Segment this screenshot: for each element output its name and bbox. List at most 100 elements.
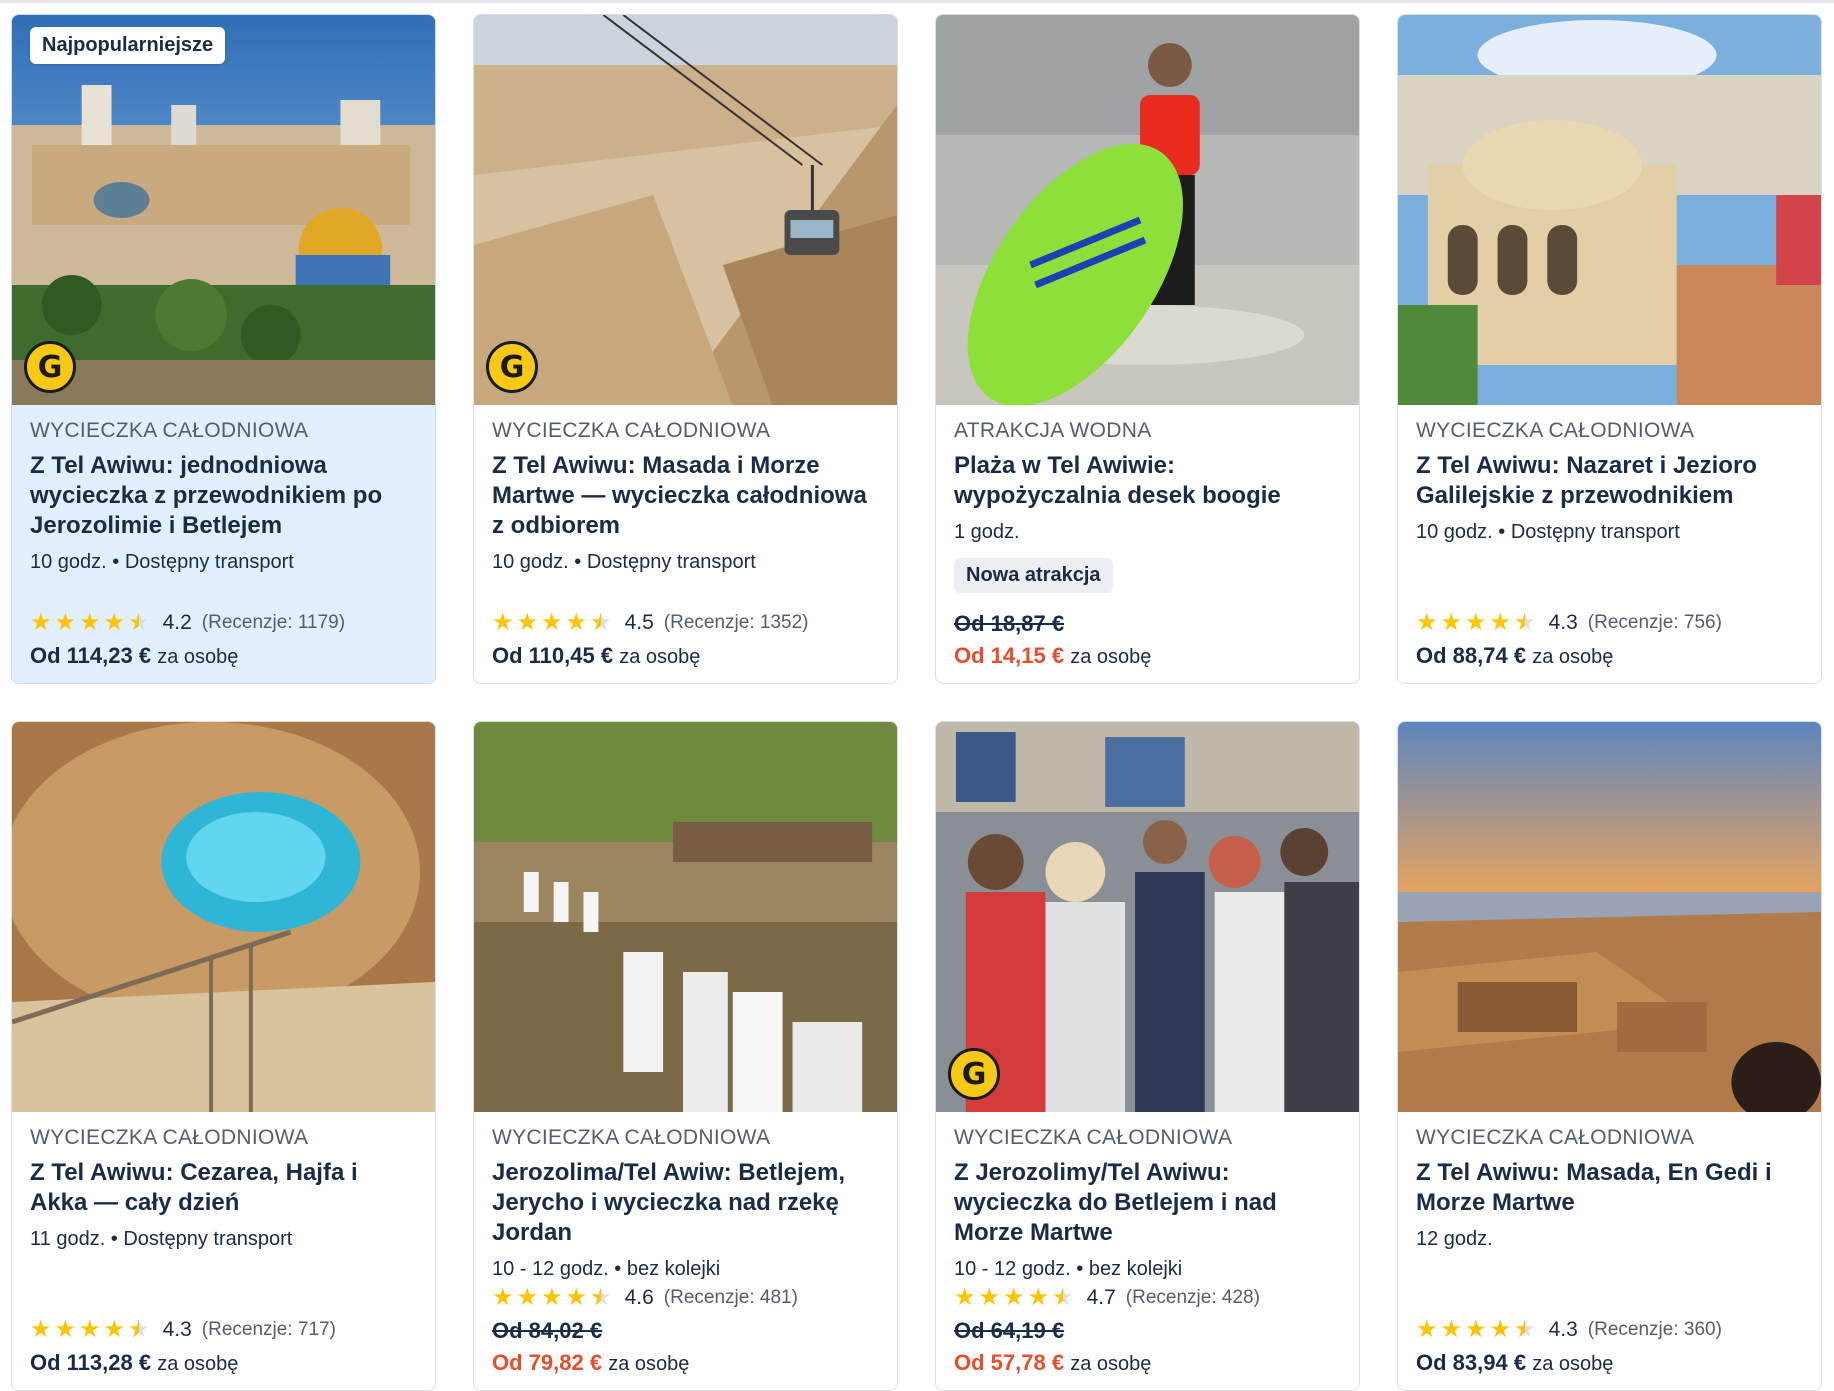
activity-meta: 1 godz. — [954, 521, 1020, 543]
activity-meta: 10 godz. • Dostępny transport — [30, 551, 294, 573]
review-count: (Recenzje: 1179) — [201, 612, 346, 633]
rating-score: 4.2 — [162, 611, 192, 634]
star-rating-icon: ★ ★ ★ ★ ★ — [30, 1318, 153, 1343]
rating-score: 4.5 — [624, 611, 654, 634]
activity-card-jerusalem-bethlehem[interactable]: Najpopularniejsze G WYCIECZKA CAŁODNIOWA… — [11, 14, 436, 684]
star-rating-icon: ★ ★ ★ ★ ★ — [492, 1286, 615, 1311]
price-amount: Od 113,28 € — [30, 1350, 152, 1375]
activity-meta: 11 godz. • Dostępny transport — [30, 1228, 293, 1250]
activity-photo: G — [474, 15, 897, 405]
activity-category: WYCIECZKA CAŁODNIOWA — [954, 1126, 1233, 1149]
activity-meta: 10 - 12 godz. • bez kolejki — [492, 1258, 721, 1280]
price-row: Od 114,23 € za osobę — [30, 643, 417, 669]
rating-row: ★★★★★ 4.6 (Recenzje: 481) — [492, 1286, 879, 1311]
activity-category: WYCIECZKA CAŁODNIOWA — [30, 1126, 309, 1149]
activity-photo — [474, 722, 897, 1112]
original-price: Od 64,19 € — [954, 1318, 1065, 1343]
activity-title[interactable]: Z Jerozolimy/Tel Awiwu: wycieczka do Bet… — [954, 1158, 1341, 1248]
activity-meta: 10 - 12 godz. • bez kolejki — [954, 1258, 1183, 1280]
original-price: Od 84,02 € — [492, 1318, 603, 1343]
star-rating-icon: ★ ★ ★ ★ ★ — [1416, 611, 1539, 636]
activity-card-bethlehem-dead-sea[interactable]: G WYCIECZKA CAŁODNIOWA Z Jerozolimy/Tel … — [935, 721, 1360, 1391]
review-count: (Recenzje: 717) — [201, 1319, 336, 1340]
activity-category: WYCIECZKA CAŁODNIOWA — [492, 419, 771, 442]
rating-score: 4.3 — [162, 1318, 192, 1341]
activity-photo — [1398, 722, 1821, 1112]
activity-card-nazareth-galilee[interactable]: WYCIECZKA CAŁODNIOWA Z Tel Awiwu: Nazare… — [1397, 14, 1822, 684]
price-row: Od 14,15 € za osobę — [954, 643, 1341, 669]
star-rating-icon: ★ ★ ★ ★ ★ — [1416, 1318, 1539, 1343]
price-per-person: za osobę — [608, 1353, 690, 1375]
activity-photo: Najpopularniejsze G — [12, 15, 435, 405]
price-amount: Od 83,94 € — [1416, 1350, 1527, 1375]
sale-price-amount: Od 79,82 € — [492, 1350, 603, 1375]
price-amount: Od 88,74 € — [1416, 643, 1527, 668]
activity-photo — [936, 15, 1359, 405]
original-price: Od 18,87 € — [954, 611, 1065, 636]
guide-g-icon: G — [486, 341, 538, 393]
price-per-person: za osobę — [619, 646, 701, 668]
activity-meta: 10 godz. • Dostępny transport — [492, 551, 756, 573]
price-per-person: za osobę — [1070, 1353, 1152, 1375]
activity-title[interactable]: Jerozolima/Tel Awiw: Betlejem, Jerycho i… — [492, 1158, 879, 1248]
price-row: Od 110,45 € za osobę — [492, 643, 879, 669]
rating-row: ★★★★★ 4.3 (Recenzje: 717) — [30, 1318, 417, 1343]
guide-g-icon: G — [948, 1048, 1000, 1100]
price-per-person: za osobę — [1070, 646, 1152, 668]
review-count: (Recenzje: 1352) — [663, 612, 809, 633]
activity-title[interactable]: Plaża w Tel Awiwie: wypożyczalnia desek … — [954, 451, 1341, 511]
activity-title[interactable]: Z Tel Awiwu: Cezarea, Hajfa i Akka — cał… — [30, 1158, 417, 1218]
top-divider — [0, 0, 1834, 3]
price-row: Od 57,78 € za osobę — [954, 1350, 1341, 1376]
activity-category: WYCIECZKA CAŁODNIOWA — [1416, 1126, 1695, 1149]
price-row: Od 113,28 € za osobę — [30, 1350, 417, 1376]
guide-g-icon: G — [24, 341, 76, 393]
activity-category: WYCIECZKA CAŁODNIOWA — [30, 419, 309, 442]
activity-photo — [1398, 15, 1821, 405]
price-row: Od 83,94 € za osobę — [1416, 1350, 1803, 1376]
rating-score: 4.3 — [1548, 1318, 1578, 1341]
price-row: Od 79,82 € za osobę — [492, 1350, 879, 1376]
activity-title[interactable]: Z Tel Awiwu: jednodniowa wycieczka z prz… — [30, 451, 417, 541]
most-popular-badge: Najpopularniejsze — [30, 27, 226, 64]
sale-price-amount: Od 14,15 € — [954, 643, 1065, 668]
price-row: Od 88,74 € za osobę — [1416, 643, 1803, 669]
activity-category: WYCIECZKA CAŁODNIOWA — [1416, 419, 1695, 442]
review-count: (Recenzje: 360) — [1587, 1319, 1722, 1340]
activity-card-boogie-board[interactable]: ATRAKCJA WODNA Plaża w Tel Awiwie: wypoż… — [935, 14, 1360, 684]
rating-row: ★★★★★ 4.3 (Recenzje: 756) — [1416, 611, 1803, 636]
activity-photo: G — [936, 722, 1359, 1112]
activity-title[interactable]: Z Tel Awiwu: Nazaret i Jezioro Galilejsk… — [1416, 451, 1803, 511]
rating-row: ★★★★★ 4.2 (Recenzje: 1179) — [30, 611, 417, 636]
review-count: (Recenzje: 428) — [1125, 1287, 1260, 1308]
activity-photo — [12, 722, 435, 1112]
activity-title[interactable]: Z Tel Awiwu: Masada, En Gedi i Morze Mar… — [1416, 1158, 1803, 1218]
activity-meta: 10 godz. • Dostępny transport — [1416, 521, 1680, 543]
rating-score: 4.7 — [1086, 1286, 1116, 1309]
price-per-person: za osobę — [157, 646, 239, 668]
price-per-person: za osobę — [1532, 1353, 1614, 1375]
price-per-person: za osobę — [157, 1353, 239, 1375]
activity-category: ATRAKCJA WODNA — [954, 419, 1152, 442]
activity-card-caesarea-haifa-acre[interactable]: WYCIECZKA CAŁODNIOWA Z Tel Awiwu: Cezare… — [11, 721, 436, 1391]
activity-card-bethlehem-jericho-jordan[interactable]: WYCIECZKA CAŁODNIOWA Jerozolima/Tel Awiw… — [473, 721, 898, 1391]
rating-score: 4.6 — [624, 1286, 654, 1309]
rating-score: 4.3 — [1548, 611, 1578, 634]
price-amount: Od 110,45 € — [492, 643, 614, 668]
star-rating-icon: ★ ★ ★ ★ ★ — [954, 1286, 1077, 1311]
star-rating-icon: ★ ★ ★ ★ ★ — [30, 611, 153, 636]
activity-title[interactable]: Z Tel Awiwu: Masada i Morze Martwe — wyc… — [492, 451, 879, 541]
rating-row: ★★★★★ 4.7 (Recenzje: 428) — [954, 1286, 1341, 1311]
rating-row: ★★★★★ 4.5 (Recenzje: 1352) — [492, 611, 879, 636]
new-attraction-badge: Nowa atrakcja — [954, 558, 1113, 593]
activity-category: WYCIECZKA CAŁODNIOWA — [492, 1126, 771, 1149]
activity-card-masada-dead-sea[interactable]: G WYCIECZKA CAŁODNIOWA Z Tel Awiwu: Masa… — [473, 14, 898, 684]
sale-price-amount: Od 57,78 € — [954, 1350, 1065, 1375]
review-count: (Recenzje: 756) — [1587, 612, 1722, 633]
activity-card-masada-en-gedi[interactable]: WYCIECZKA CAŁODNIOWA Z Tel Awiwu: Masada… — [1397, 721, 1822, 1391]
price-per-person: za osobę — [1532, 646, 1614, 668]
star-rating-icon: ★ ★ ★ ★ ★ — [492, 611, 615, 636]
review-count: (Recenzje: 481) — [663, 1287, 798, 1308]
activity-meta: 12 godz. — [1416, 1228, 1493, 1250]
activity-grid: Najpopularniejsze G WYCIECZKA CAŁODNIOWA… — [11, 14, 1822, 1391]
